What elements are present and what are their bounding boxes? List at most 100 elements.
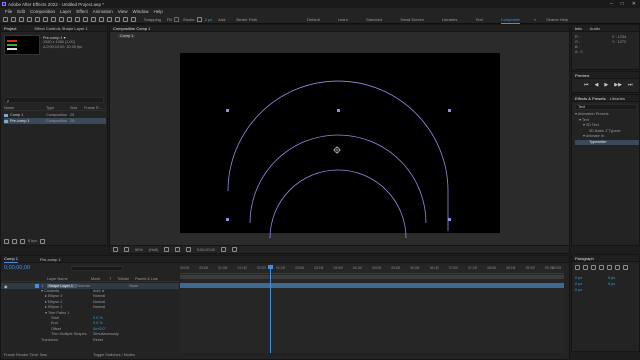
fill-label[interactable]: Fill <box>167 16 172 23</box>
tab-audio[interactable]: Audio <box>590 25 600 32</box>
workspace-standard[interactable]: Standard <box>366 16 382 23</box>
fill-swatch[interactable] <box>174 17 180 22</box>
workspace-default[interactable]: Default <box>307 16 320 23</box>
layer-parent[interactable]: None <box>129 284 138 288</box>
tab-effect-controls[interactable]: Effect Controls Shape Layer 1 <box>34 25 87 32</box>
work-area-bar[interactable] <box>180 275 564 279</box>
tab-pre-comp-1[interactable]: Pre-comp 1 <box>40 256 61 263</box>
align-left-icon[interactable] <box>575 265 580 270</box>
tab-preview[interactable]: Preview <box>575 72 589 79</box>
menu-file[interactable]: File <box>5 8 12 16</box>
show-channel-icon[interactable] <box>231 247 237 252</box>
zoom-dropdown[interactable]: 50% <box>135 248 143 252</box>
search-help-field[interactable]: Search Help <box>546 16 568 23</box>
workspace-overflow-icon[interactable]: » <box>534 16 536 23</box>
menu-help[interactable]: Help <box>153 8 162 16</box>
tab-info[interactable]: Info <box>575 25 582 32</box>
comp-canvas[interactable] <box>180 53 500 239</box>
project-item-row[interactable]: Pre-comp 1 Composition 25 <box>4 118 106 124</box>
first-frame-icon[interactable]: ⏮ <box>584 82 589 88</box>
transparency-grid-icon[interactable] <box>174 247 180 252</box>
menu-window[interactable]: Window <box>132 8 148 16</box>
bpc-label[interactable]: 8 bpc <box>28 239 37 243</box>
add-label[interactable]: Add: <box>218 16 226 23</box>
menu-effect[interactable]: Effect <box>76 8 87 16</box>
visibility-eye-icon[interactable]: ◉ <box>4 284 7 289</box>
toggle-switches-modes[interactable]: Toggle Switches / Modes <box>93 353 135 357</box>
property-row[interactable]: Transform Reset <box>1 338 179 343</box>
rectangle-tool-icon[interactable] <box>75 17 80 22</box>
eraser-tool-icon[interactable] <box>115 17 120 22</box>
minimize-icon[interactable]: – <box>610 1 613 7</box>
tab-project[interactable]: Project <box>4 25 16 32</box>
justify-all-icon[interactable] <box>623 265 628 270</box>
layer-name[interactable]: Shape Layer 1 <box>47 284 78 288</box>
justify-right-icon[interactable] <box>615 265 620 270</box>
col-frame-rate[interactable]: Frame R... <box>84 106 102 110</box>
next-frame-icon[interactable]: ▶▶ <box>614 82 622 88</box>
roto-tool-icon[interactable] <box>123 17 128 22</box>
time-ruler[interactable]: 00:00f 00:15f 01:00f 01:15f 02:00f 02:15f 03:0… <box>180 265 564 274</box>
space-after-value[interactable]: 0 px <box>608 281 615 287</box>
comp-timecode[interactable]: 0;00;00;00 <box>197 248 215 252</box>
align-right-icon[interactable] <box>591 265 596 270</box>
brush-tool-icon[interactable] <box>99 17 104 22</box>
orbit-tool-icon[interactable] <box>35 17 40 22</box>
menu-edit[interactable]: Edit <box>17 8 25 16</box>
menu-layer[interactable]: Layer <box>60 8 71 16</box>
col-mode[interactable]: Mode <box>91 277 109 281</box>
type-tool-icon[interactable] <box>91 17 96 22</box>
workspace-learn[interactable]: Learn <box>338 16 348 23</box>
comp-breadcrumb[interactable]: Comp 1 <box>118 34 136 38</box>
tab-libraries[interactable]: Libraries <box>610 95 625 102</box>
interpret-footage-icon[interactable] <box>4 238 9 244</box>
hand-tool-icon[interactable] <box>19 17 24 22</box>
stroke-width[interactable]: 2 px <box>205 16 213 23</box>
workspace-composite[interactable]: Composite <box>500 16 520 24</box>
trash-icon[interactable] <box>40 238 46 244</box>
tab-effects-presets[interactable]: Effects & Presets <box>575 95 606 102</box>
menu-animation[interactable]: Animation <box>93 8 113 16</box>
layer-mode[interactable]: Normal <box>77 284 95 288</box>
pan-tool-icon[interactable] <box>43 17 48 22</box>
last-frame-icon[interactable]: ⏭ <box>628 82 633 88</box>
always-preview-icon[interactable] <box>113 247 118 252</box>
anchor-tool-icon[interactable] <box>67 17 72 22</box>
col-layer-name[interactable]: Layer Name <box>47 277 91 281</box>
workspace-text[interactable]: Text <box>475 16 482 23</box>
dolly-tool-icon[interactable] <box>51 17 56 22</box>
3d-ground-icon[interactable] <box>124 247 129 252</box>
playhead-handle[interactable] <box>268 265 273 269</box>
col-t[interactable]: T <box>109 277 117 281</box>
menu-composition[interactable]: Composition <box>30 8 55 16</box>
region-of-interest-icon[interactable] <box>163 247 169 252</box>
justify-left-icon[interactable] <box>599 265 604 270</box>
stroke-label[interactable]: Stroke <box>183 16 195 23</box>
current-time-indicator[interactable] <box>270 265 271 353</box>
new-comp-icon[interactable] <box>20 238 25 244</box>
selection-tool-icon[interactable] <box>11 17 16 22</box>
new-folder-icon[interactable] <box>12 238 17 244</box>
col-parent[interactable]: Parent & Link <box>135 277 158 281</box>
menu-view[interactable]: View <box>118 8 128 16</box>
time-graph[interactable]: 00:00f 00:15f 01:00f 01:15f 02:00f 02:15f 03:0… <box>180 265 564 353</box>
col-type[interactable]: Type <box>46 106 70 110</box>
play-icon[interactable]: ▶ <box>604 82 608 88</box>
label-color-swatch[interactable] <box>35 284 40 288</box>
justify-center-icon[interactable] <box>607 265 612 270</box>
maximize-icon[interactable]: □ <box>621 1 624 7</box>
col-name[interactable]: Name <box>4 106 46 110</box>
resolution-dropdown[interactable]: (Half) <box>149 248 158 252</box>
indent-first-value[interactable]: 0 px <box>575 287 582 293</box>
snapping-label[interactable]: Snapping <box>144 16 161 23</box>
zoom-tool-icon[interactable] <box>27 17 32 22</box>
snapshot-icon[interactable] <box>220 247 226 252</box>
tab-comp-1[interactable]: Comp 1 <box>4 255 19 263</box>
col-trkmat[interactable]: TrkMat <box>117 277 135 281</box>
tab-paragraph[interactable]: Paragraph <box>575 255 594 262</box>
workspace-libraries[interactable]: Libraries <box>442 16 457 23</box>
project-search-input[interactable]: ρ <box>4 97 104 103</box>
rotate-tool-icon[interactable] <box>59 17 64 22</box>
puppet-tool-icon[interactable] <box>131 17 136 22</box>
mask-visibility-icon[interactable] <box>185 247 191 252</box>
